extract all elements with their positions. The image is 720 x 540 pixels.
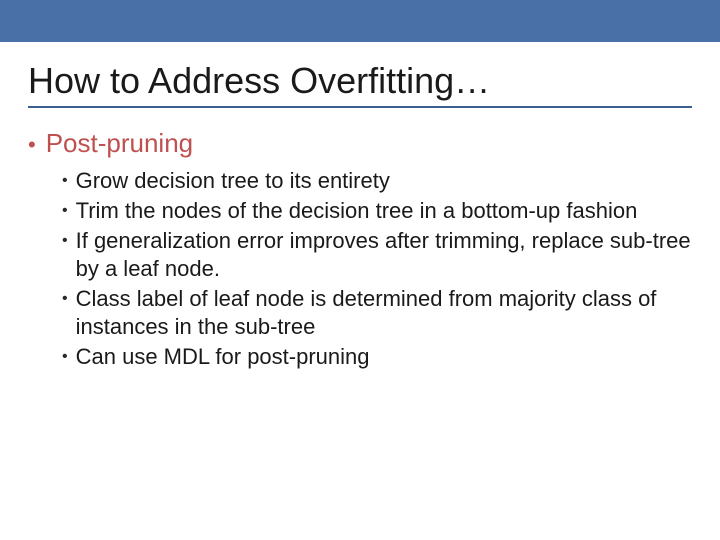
section-heading: Post-pruning: [46, 128, 193, 159]
list-item: • Grow decision tree to its entirety: [62, 167, 692, 195]
slide-title: How to Address Overfitting…: [28, 60, 692, 102]
title-underline: [28, 106, 692, 108]
bullet-icon: •: [62, 343, 68, 371]
list-item: • If generalization error improves after…: [62, 227, 692, 283]
list-item-text: Class label of leaf node is determined f…: [76, 285, 692, 341]
list-item-text: Can use MDL for post-pruning: [76, 343, 370, 371]
bullet-icon: •: [62, 285, 68, 313]
section-row: • Post-pruning: [28, 128, 692, 159]
list-item-text: If generalization error improves after t…: [76, 227, 692, 283]
list-item: • Class label of leaf node is determined…: [62, 285, 692, 341]
sub-list: • Grow decision tree to its entirety • T…: [62, 167, 692, 371]
list-item-text: Grow decision tree to its entirety: [76, 167, 390, 195]
list-item-text: Trim the nodes of the decision tree in a…: [76, 197, 638, 225]
bullet-icon: •: [62, 197, 68, 225]
list-item: • Can use MDL for post-pruning: [62, 343, 692, 371]
slide-content: How to Address Overfitting… • Post-pruni…: [0, 60, 720, 371]
list-item: • Trim the nodes of the decision tree in…: [62, 197, 692, 225]
bullet-icon: •: [28, 134, 36, 156]
header-bar: [0, 0, 720, 42]
bullet-icon: •: [62, 227, 68, 255]
bullet-icon: •: [62, 167, 68, 195]
